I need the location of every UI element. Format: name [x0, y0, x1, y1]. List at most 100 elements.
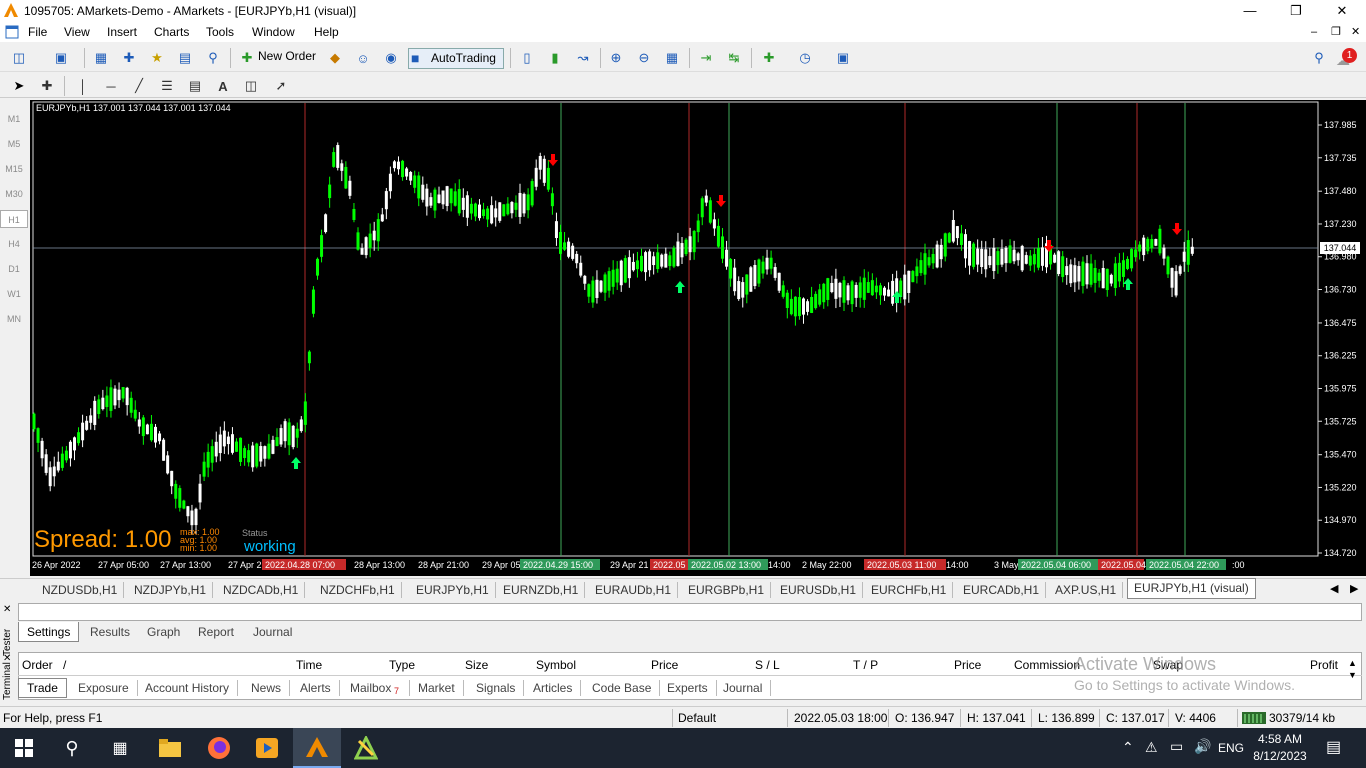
timeframe-d1[interactable]: D1: [0, 264, 28, 274]
terminal-tab-news[interactable]: News: [243, 680, 291, 696]
timeframe-h4[interactable]: H4: [0, 239, 28, 249]
indicators-icon[interactable]: ✚: [758, 48, 780, 68]
firefox-button[interactable]: [195, 728, 243, 768]
chart-tab-nzdcad[interactable]: NZDCADb,H1: [217, 582, 306, 598]
task-view-button[interactable]: ▦: [96, 728, 144, 768]
trendline-icon[interactable]: ╱: [128, 76, 150, 96]
terminal-tab-journal[interactable]: Journal: [715, 680, 772, 696]
col-price[interactable]: Price: [651, 658, 678, 676]
vertical-line-icon[interactable]: │: [72, 76, 94, 96]
timeframe-w1[interactable]: W1: [0, 289, 28, 299]
timeframe-m5[interactable]: M5: [0, 139, 28, 149]
tabs-scroll-right-icon[interactable]: ▶: [1350, 582, 1358, 595]
terminal-tab-exposure[interactable]: Exposure: [70, 680, 138, 696]
amarkets-taskbar-button[interactable]: [293, 728, 341, 768]
col-commission[interactable]: Commission: [1014, 658, 1080, 676]
horizontal-line-icon[interactable]: ─: [100, 76, 122, 96]
templates-icon[interactable]: ▣: [832, 48, 854, 68]
terminal-tab-mailbox[interactable]: Mailbox: [342, 680, 411, 696]
chart-window-icon[interactable]: [5, 25, 19, 39]
chart-tab-nzdchf[interactable]: NZDCHFb,H1: [314, 582, 402, 598]
clock-date[interactable]: 8/12/2023: [1252, 749, 1308, 763]
chart-canvas[interactable]: 137.985137.735137.480137.230136.980136.7…: [30, 100, 1366, 576]
chart-tab-eurjpy-visual[interactable]: EURJPYb,H1 (visual): [1127, 578, 1256, 599]
menu-file[interactable]: File: [28, 25, 47, 39]
language-indicator[interactable]: ENG: [1218, 741, 1244, 755]
candlestick-icon[interactable]: ▮: [544, 48, 566, 68]
chart-tab-eurjpy[interactable]: EURJPYb,H1: [410, 582, 496, 598]
menu-view[interactable]: View: [64, 25, 90, 39]
market-icon[interactable]: ◉: [380, 48, 402, 68]
menu-insert[interactable]: Insert: [107, 25, 137, 39]
line-chart-icon[interactable]: ↝: [572, 48, 594, 68]
col-sl[interactable]: S / L: [755, 658, 780, 676]
auto-scroll-icon[interactable]: ↹: [723, 48, 745, 68]
periods-icon[interactable]: ◷: [794, 48, 816, 68]
tester-tab-journal[interactable]: Journal: [245, 622, 300, 642]
tester-tab-graph[interactable]: Graph: [139, 622, 188, 642]
terminal-tab-account-history[interactable]: Account History: [137, 680, 239, 696]
price-chart[interactable]: 137.985 137.735 137.480 137.230 136.980 136.7…: [30, 100, 1366, 576]
timeframe-h1[interactable]: H1: [0, 210, 28, 228]
maximize-button[interactable]: ❐: [1273, 0, 1319, 22]
trading-app-button[interactable]: [342, 728, 390, 768]
status-profile[interactable]: Default: [678, 711, 716, 725]
terminal-tab-articles[interactable]: Articles: [525, 680, 582, 696]
terminal-tab-experts[interactable]: Experts: [659, 680, 717, 696]
tester-tab-report[interactable]: Report: [190, 622, 242, 642]
col-size[interactable]: Size: [465, 658, 488, 676]
mdi-close-button[interactable]: ✕: [1351, 25, 1360, 38]
tile-windows-icon[interactable]: ▦: [661, 48, 683, 68]
menu-window[interactable]: Window: [252, 25, 295, 39]
terminal-tab-alerts[interactable]: Alerts: [292, 680, 340, 696]
terminal-tab-signals[interactable]: Signals: [468, 680, 525, 696]
terminal-scroll-down-icon[interactable]: ▼: [1348, 670, 1357, 680]
clock-time[interactable]: 4:58 AM: [1256, 732, 1304, 746]
chart-tab-eurnzd[interactable]: EURNZDb,H1: [497, 582, 586, 598]
col-order[interactable]: Order: [22, 658, 53, 676]
terminal-scroll-up-icon[interactable]: ▲: [1348, 658, 1357, 668]
new-order-icon[interactable]: ✚: [236, 48, 258, 68]
timeframe-mn[interactable]: MN: [0, 314, 28, 324]
minimize-button[interactable]: —: [1227, 0, 1273, 22]
terminal-tab-market[interactable]: Market: [410, 680, 464, 696]
menu-help[interactable]: Help: [314, 25, 339, 39]
close-button[interactable]: ✕: [1319, 0, 1365, 22]
arrows-icon[interactable]: ➚: [270, 76, 292, 96]
bar-chart-icon[interactable]: ▯: [516, 48, 538, 68]
chart-tab-eurcad[interactable]: EURCADb,H1: [957, 582, 1047, 598]
timeframe-m15[interactable]: M15: [0, 164, 28, 174]
search-taskbar-button[interactable]: ⚲: [48, 728, 96, 768]
text-label-icon[interactable]: ◫: [240, 76, 262, 96]
fibonacci-icon[interactable]: ▤: [184, 76, 206, 96]
chart-tab-nzdjpy[interactable]: NZDJPYb,H1: [128, 582, 214, 598]
strategy-tester-icon[interactable]: ⚲: [202, 48, 224, 68]
show-hidden-icons-icon[interactable]: ⌃: [1122, 739, 1134, 756]
tester-tab-results[interactable]: Results: [82, 622, 138, 642]
chart-tab-eurchf[interactable]: EURCHFb,H1: [865, 582, 954, 598]
network-icon[interactable]: ▭: [1170, 738, 1183, 755]
new-order-button[interactable]: New Order: [258, 49, 316, 63]
menu-charts[interactable]: Charts: [154, 25, 189, 39]
zoom-out-icon[interactable]: ⊖: [633, 48, 655, 68]
navigator-icon[interactable]: ★: [146, 48, 168, 68]
chart-tab-nzdusd[interactable]: NZDUSDb,H1: [36, 582, 125, 598]
col-type[interactable]: Type: [389, 658, 415, 676]
tester-tab-settings[interactable]: Settings: [18, 622, 80, 642]
timeframe-m1[interactable]: M1: [0, 114, 28, 124]
autotrading-button[interactable]: ■ AutoTrading: [408, 48, 504, 69]
cursor-icon[interactable]: ➤: [8, 76, 30, 96]
chart-tab-euraud[interactable]: EURAUDb,H1: [589, 582, 679, 598]
zoom-in-icon[interactable]: ⊕: [605, 48, 627, 68]
chart-tab-eurusd[interactable]: EURUSDb,H1: [774, 582, 864, 598]
crosshair-icon[interactable]: ✚: [36, 76, 58, 96]
terminal-tab-code-base[interactable]: Code Base: [584, 680, 661, 696]
media-player-button[interactable]: [243, 728, 291, 768]
terminal-tab-trade[interactable]: Trade: [18, 678, 67, 698]
chart-tab-axp[interactable]: AXP.US,H1: [1049, 582, 1124, 598]
chart-shift-icon[interactable]: ⇥: [695, 48, 717, 68]
tabs-scroll-left-icon[interactable]: ◀: [1330, 582, 1338, 595]
metaeditor-icon[interactable]: ◆: [324, 48, 346, 68]
security-alert-icon[interactable]: ⚠: [1145, 739, 1158, 756]
col-profit[interactable]: Profit: [1310, 658, 1338, 676]
